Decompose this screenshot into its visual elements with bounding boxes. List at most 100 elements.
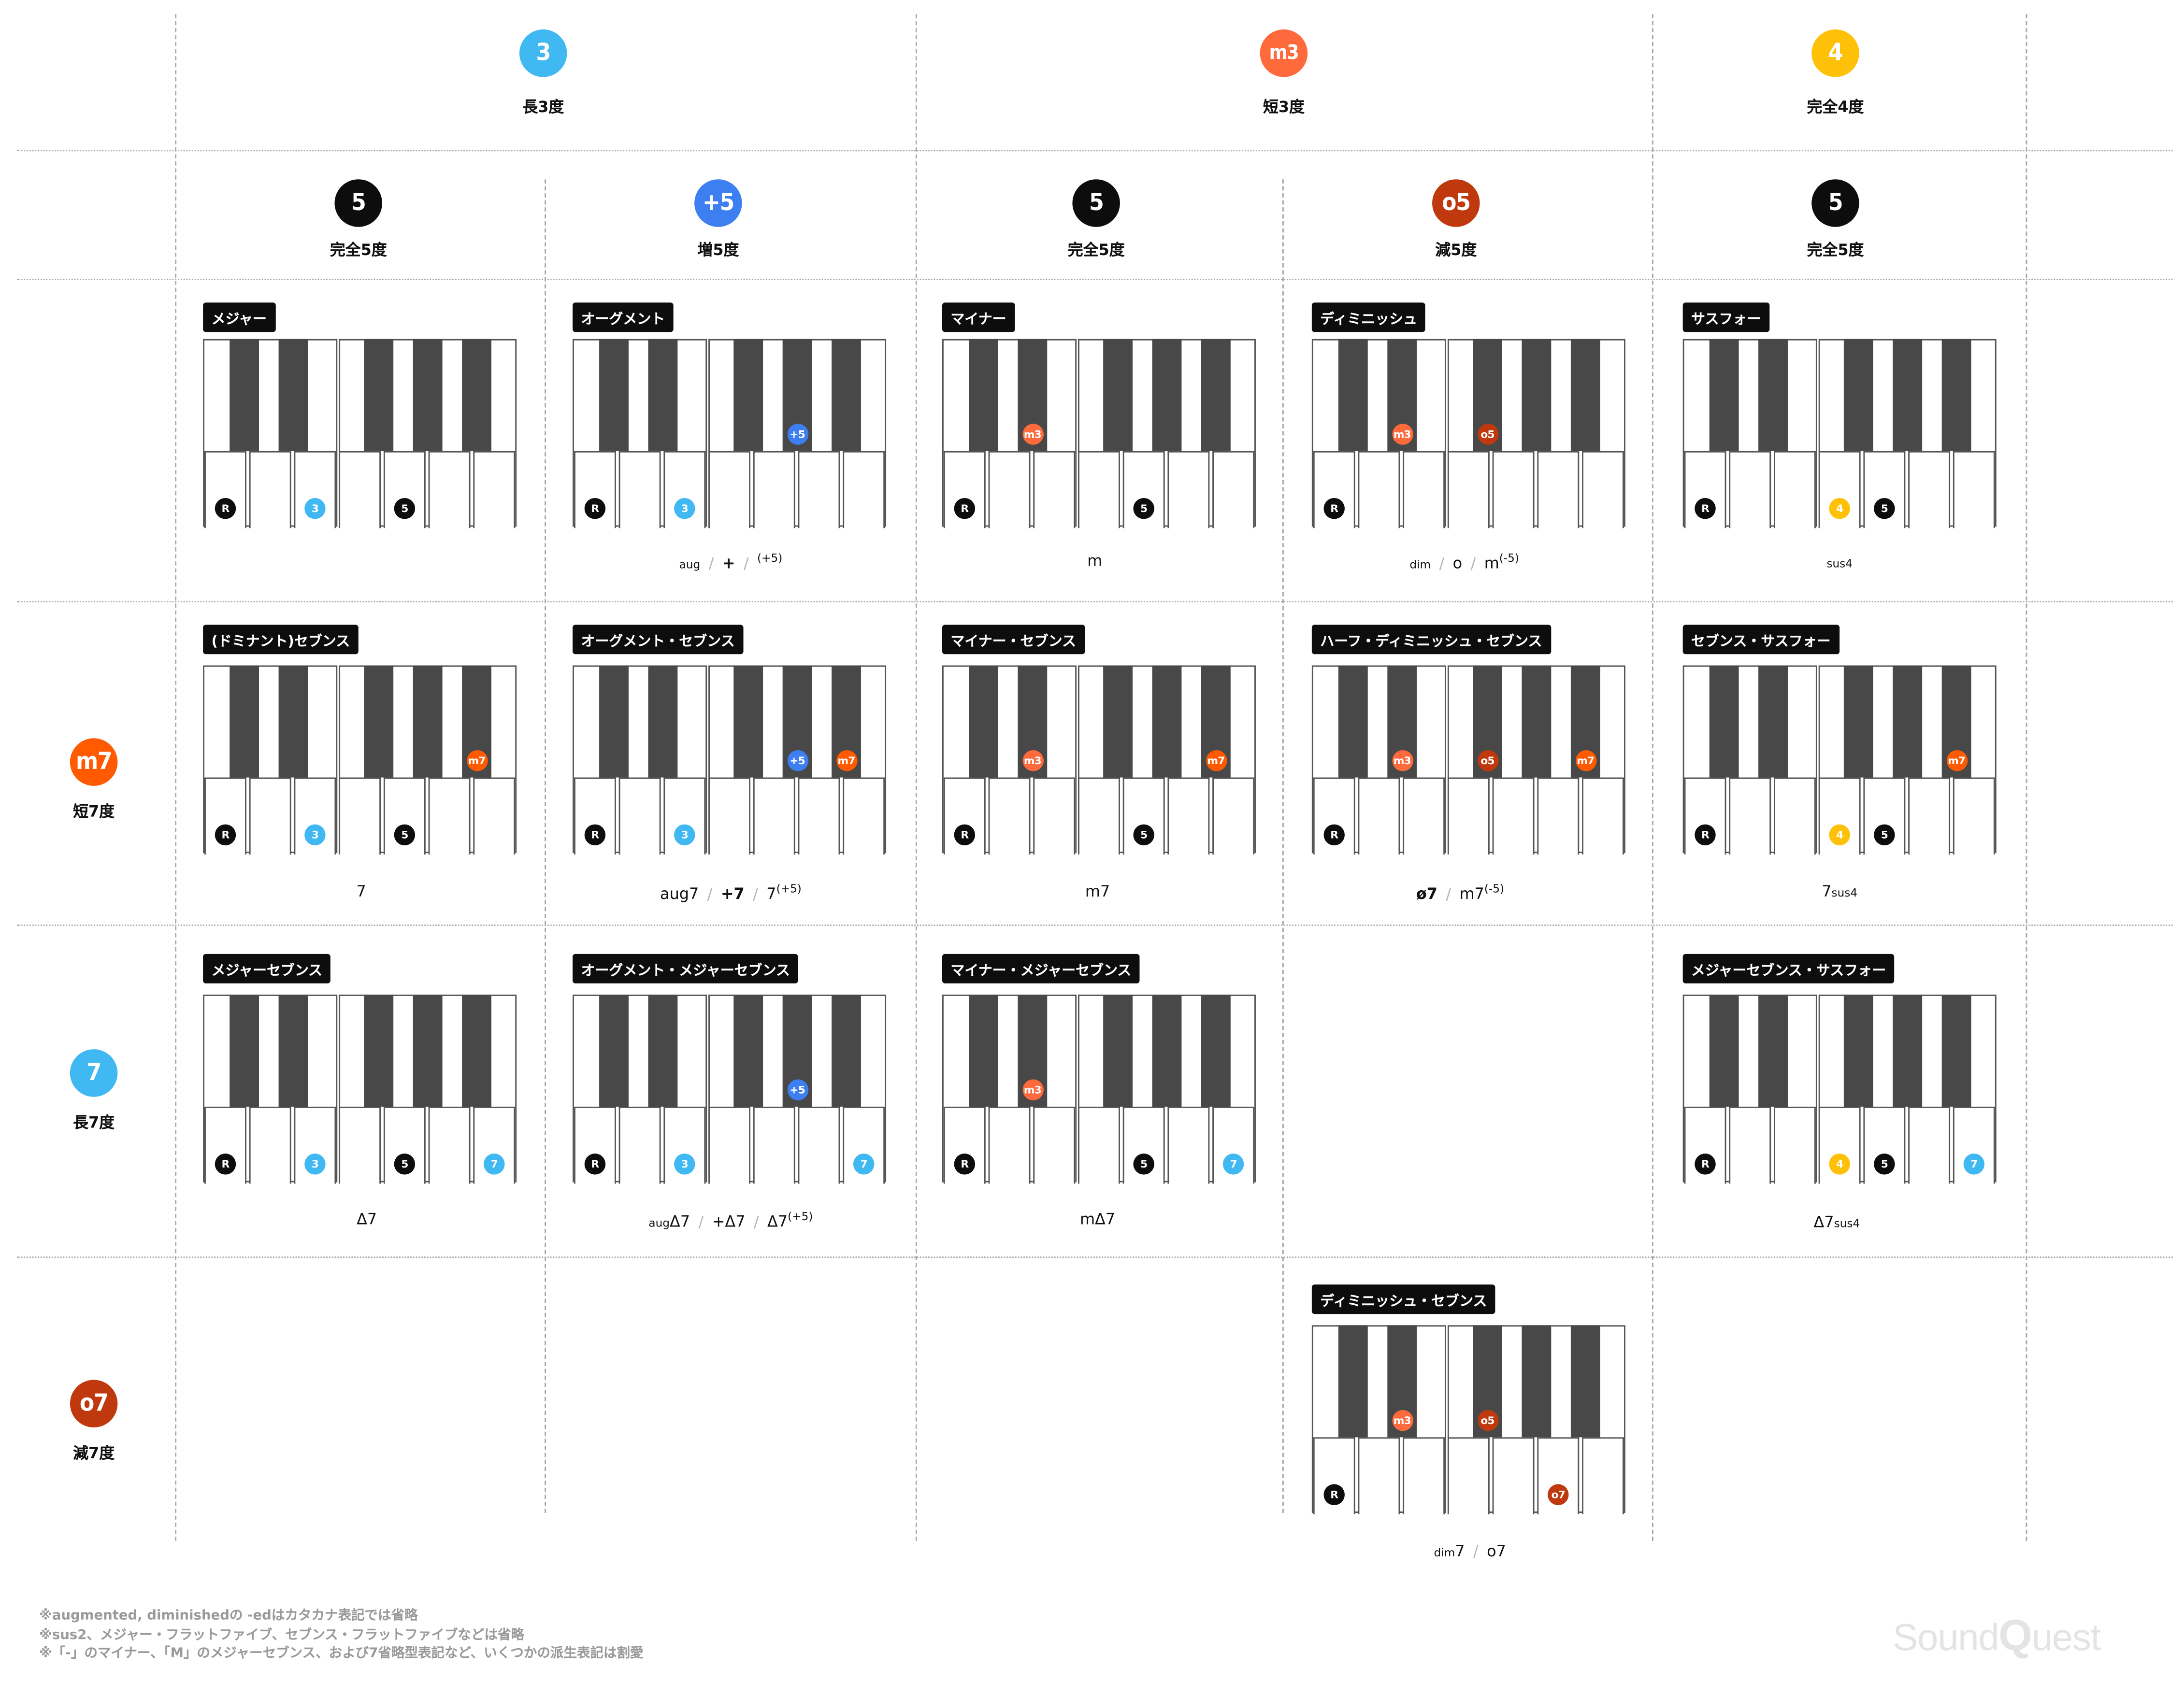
black-key bbox=[969, 339, 998, 451]
black-key bbox=[413, 995, 443, 1107]
white-key bbox=[753, 451, 795, 528]
chord-title: オーグメント・メジャーセブンス bbox=[573, 954, 799, 983]
white-key bbox=[1729, 777, 1771, 855]
note-marker-m3: m3 bbox=[1022, 1079, 1043, 1100]
white-key bbox=[988, 1107, 1031, 1184]
note-marker-3: 3 bbox=[674, 498, 695, 519]
white-key bbox=[1537, 451, 1580, 528]
black-key bbox=[969, 665, 998, 778]
chord-title: ハーフ・ディミニッシュ・セブンス bbox=[1311, 625, 1551, 655]
black-key bbox=[1338, 1325, 1368, 1438]
black-key bbox=[1103, 339, 1133, 451]
black-key bbox=[969, 995, 998, 1107]
black-key bbox=[1758, 665, 1788, 778]
note-marker-R: R bbox=[1695, 1154, 1716, 1175]
perfect-fifth-label: 完全5度 bbox=[1807, 241, 1864, 259]
white-key bbox=[1403, 451, 1445, 528]
note-marker-R: R bbox=[584, 824, 606, 846]
note-marker-m7: m7 bbox=[1205, 750, 1227, 771]
white-key bbox=[1033, 1107, 1076, 1184]
note-marker-5: 5 bbox=[394, 1154, 416, 1175]
note-marker-dim7: o7 bbox=[1548, 1484, 1569, 1506]
white-key bbox=[1033, 451, 1076, 528]
note-marker-R: R bbox=[215, 498, 236, 519]
chord-symbol-augmaj7: augΔ7/+Δ7/Δ7(+5) bbox=[648, 1210, 813, 1231]
black-key bbox=[413, 339, 443, 451]
piano-keyboard: Rm3 5 m7 bbox=[942, 665, 1256, 855]
major-seventh-badge: 7 bbox=[70, 1049, 118, 1097]
black-key bbox=[648, 665, 678, 778]
note-marker-5: 5 bbox=[1874, 824, 1895, 846]
chord-symbol-aug7: aug7/+7/7(+5) bbox=[660, 883, 802, 903]
note-marker-7: 7 bbox=[1963, 1154, 1985, 1175]
black-key bbox=[230, 339, 259, 451]
note-marker-m7: m7 bbox=[1575, 750, 1596, 771]
chord-symbol-sus4: sus4 bbox=[1826, 557, 1853, 570]
white-key bbox=[798, 451, 840, 528]
note-marker-m7: m7 bbox=[466, 750, 488, 771]
chord-symbol-m7: m7 bbox=[1085, 883, 1110, 901]
perfect-fifth-badge: 5 bbox=[1811, 179, 1859, 227]
chord-title: マイナー bbox=[942, 302, 1015, 332]
black-key bbox=[1152, 995, 1182, 1107]
black-key bbox=[230, 995, 259, 1107]
note-marker-R: R bbox=[954, 498, 976, 519]
piano-keyboard: R 4 5 m7 bbox=[1682, 665, 1997, 855]
grid-line bbox=[16, 925, 2173, 926]
note-marker-4: 4 bbox=[1829, 1154, 1850, 1175]
grid-line bbox=[16, 1256, 2173, 1258]
chord-symbol-maj7: Δ7 bbox=[357, 1210, 377, 1229]
white-key bbox=[1403, 1437, 1445, 1514]
note-marker-R: R bbox=[1695, 498, 1716, 519]
black-key bbox=[599, 665, 629, 778]
black-key bbox=[278, 665, 308, 778]
note-marker-R: R bbox=[584, 1154, 606, 1175]
white-key bbox=[1403, 777, 1445, 855]
black-key bbox=[1941, 339, 1971, 451]
note-marker-3: 3 bbox=[304, 824, 326, 846]
white-key bbox=[988, 777, 1031, 855]
white-key bbox=[708, 1107, 751, 1184]
white-key bbox=[1167, 777, 1210, 855]
white-key bbox=[1447, 777, 1490, 855]
white-key bbox=[1908, 777, 1951, 855]
piano-keyboard: Rm3 o5 o7 bbox=[1311, 1325, 1625, 1514]
note-marker-m3: m3 bbox=[1392, 424, 1413, 445]
black-key bbox=[1893, 339, 1923, 451]
note-marker-m3: m3 bbox=[1392, 750, 1413, 771]
black-key bbox=[648, 995, 678, 1107]
white-key bbox=[753, 1107, 795, 1184]
chord-title: オーグメント bbox=[573, 302, 674, 332]
white-key bbox=[1582, 1437, 1624, 1514]
chord-title: メジャーセブンス bbox=[203, 954, 331, 983]
white-key bbox=[1167, 1107, 1210, 1184]
white-key bbox=[1953, 777, 1995, 855]
black-key bbox=[1709, 339, 1739, 451]
major-third-label: 長3度 bbox=[522, 98, 564, 116]
note-marker-R: R bbox=[1695, 824, 1716, 846]
note-marker-3: 3 bbox=[674, 824, 695, 846]
footnote: ※sus2、メジャー・フラットファイブ、セブンス・フラットファイブなどは省略 bbox=[39, 1627, 525, 1643]
footnote: ※「-」のマイナー、「M」のメジャーセブンス、および7省略型表記など、いくつかの… bbox=[39, 1646, 644, 1662]
chord-title: メジャー bbox=[203, 302, 275, 332]
augmented-fifth-badge: +5 bbox=[694, 179, 742, 227]
white-key bbox=[1358, 777, 1400, 855]
white-key bbox=[249, 451, 291, 528]
white-key bbox=[1582, 777, 1624, 855]
note-marker-4: 4 bbox=[1829, 824, 1850, 846]
note-marker-m3: m3 bbox=[1022, 750, 1043, 771]
perfect-fifth-label: 完全5度 bbox=[1067, 241, 1125, 259]
chord-symbol-7sus4: 7sus4 bbox=[1822, 883, 1858, 901]
white-key bbox=[988, 451, 1031, 528]
perfect-fifth-label: 完全5度 bbox=[330, 241, 387, 259]
piano-keyboard: R 3 5 m7 bbox=[203, 665, 517, 855]
note-marker-dim5: o5 bbox=[1477, 424, 1498, 445]
black-key bbox=[1522, 339, 1552, 451]
note-marker-R: R bbox=[954, 1154, 976, 1175]
black-key bbox=[832, 995, 861, 1107]
minor-third-badge: m3 bbox=[1260, 29, 1308, 77]
grid-line bbox=[175, 14, 177, 1541]
white-key bbox=[753, 777, 795, 855]
white-key bbox=[798, 1107, 840, 1184]
black-key bbox=[832, 339, 861, 451]
